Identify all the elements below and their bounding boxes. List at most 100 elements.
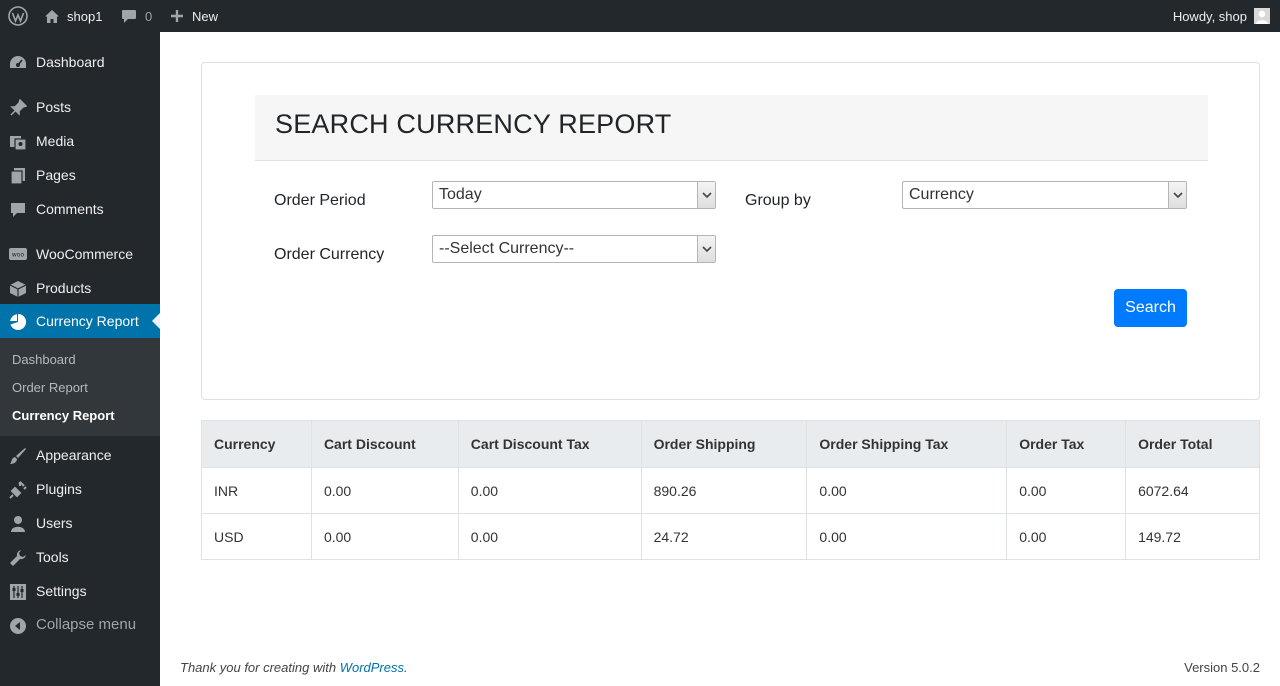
new-content-link[interactable]: New <box>170 0 218 32</box>
greeting: Howdy, shop <box>1172 8 1247 24</box>
sidebar-item-label: Media <box>36 133 75 149</box>
order-period-value: Today <box>439 186 482 203</box>
submenu-item-order-report[interactable]: Order Report <box>12 380 88 395</box>
column-header-currency: Currency <box>201 420 312 468</box>
table-cell: 890.26 <box>640 467 808 514</box>
sidebar-item-woocommerce[interactable]: woo WooCommerce <box>0 237 160 271</box>
table-cell: 0.00 <box>457 467 642 514</box>
new-label: New <box>192 8 219 24</box>
woo-icon: woo <box>8 245 28 265</box>
table-cell: 0.00 <box>1006 467 1127 514</box>
sidebar-item-label: WooCommerce <box>36 246 133 262</box>
table-row: INR 0.00 0.00 890.26 0.00 0.00 6072.64 <box>201 467 1260 514</box>
table-cell: INR <box>201 467 312 514</box>
sidebar-item-plugins[interactable]: Plugins <box>0 472 160 506</box>
order-period-select[interactable]: Today <box>432 181 716 209</box>
sidebar-item-label: Pages <box>36 167 76 183</box>
table-cell: 24.72 <box>640 513 808 560</box>
submenu-item-currency-report[interactable]: Currency Report <box>12 408 115 423</box>
collapse-arrow-icon <box>8 616 28 636</box>
comment-count: 0 <box>145 8 153 24</box>
sidebar-item-settings[interactable]: Settings <box>0 574 160 608</box>
table-cell: 0.00 <box>310 513 459 560</box>
column-header-order-tax: Order Tax <box>1006 420 1127 468</box>
column-header-cart-discount-tax: Cart Discount Tax <box>457 420 642 468</box>
order-period-label: Order Period <box>274 192 366 209</box>
pie-chart-icon <box>8 312 28 332</box>
sidebar-item-label: Comments <box>36 201 104 217</box>
sidebar-item-label: Products <box>36 280 92 296</box>
sidebar-item-pages[interactable]: Pages <box>0 158 160 192</box>
table-cell: 0.00 <box>310 467 459 514</box>
media-icon <box>8 132 28 152</box>
table-cell: 0.00 <box>1006 513 1127 560</box>
sidebar-item-tools[interactable]: Tools <box>0 540 160 574</box>
sidebar-item-label: Users <box>36 515 73 531</box>
wordpress-link[interactable]: WordPress <box>340 660 404 675</box>
plus-icon <box>170 9 184 23</box>
table-header-row: Currency Cart Discount Cart Discount Tax… <box>201 420 1260 468</box>
site-name-link[interactable]: shop1 <box>44 0 102 32</box>
footer-version: Version 5.0.2 <box>1184 660 1260 675</box>
order-currency-select[interactable]: --Select Currency-- <box>432 235 716 263</box>
sidebar-item-users[interactable]: Users <box>0 506 160 540</box>
pin-icon <box>8 98 28 118</box>
wrench-icon <box>8 548 28 568</box>
group-by-label: Group by <box>745 192 811 209</box>
brush-icon <box>8 446 28 466</box>
home-icon <box>44 9 60 24</box>
sidebar-item-products[interactable]: Products <box>0 271 160 305</box>
chevron-down-icon <box>1168 182 1186 208</box>
table-cell: 0.00 <box>457 513 642 560</box>
sidebar-item-label: Appearance <box>36 447 112 463</box>
footer-thanks: Thank you for creating with WordPress. <box>180 660 408 675</box>
page-title: SEARCH CURRENCY REPORT <box>275 109 672 139</box>
my-account-link[interactable]: Howdy, shop <box>1173 0 1270 32</box>
comments-link[interactable]: 0 <box>121 0 152 32</box>
sidebar-item-label: Dashboard <box>36 54 105 70</box>
column-header-order-total: Order Total <box>1125 420 1260 468</box>
sidebar-item-appearance[interactable]: Appearance <box>0 438 160 472</box>
table-cell: 0.00 <box>806 513 1008 560</box>
user-icon <box>8 514 28 534</box>
table-cell: 149.72 <box>1125 513 1260 560</box>
order-currency-value: --Select Currency-- <box>439 240 575 257</box>
comment-bubble-icon <box>121 9 137 24</box>
sidebar-item-dashboard[interactable]: Dashboard <box>0 45 160 79</box>
sidebar-item-media[interactable]: Media <box>0 124 160 158</box>
collapse-menu-button[interactable]: Collapse menu <box>0 608 160 642</box>
sidebar-item-label: Posts <box>36 99 72 115</box>
footer-thanks-prefix: Thank you for creating with <box>180 660 340 675</box>
card-header: SEARCH CURRENCY REPORT <box>255 95 1208 161</box>
table-cell: USD <box>201 513 312 560</box>
order-currency-label: Order Currency <box>274 246 385 263</box>
plug-icon <box>8 480 28 500</box>
group-by-value: Currency <box>909 186 974 203</box>
admin-bar: shop1 0 New Howdy, shop <box>0 0 1280 32</box>
sidebar-item-posts[interactable]: Posts <box>0 90 160 124</box>
search-card: SEARCH CURRENCY REPORT Order Period Toda… <box>201 62 1260 400</box>
chevron-down-icon <box>697 236 715 262</box>
sidebar-item-label: Settings <box>36 583 87 599</box>
sliders-icon <box>8 582 28 602</box>
table-row: USD 0.00 0.00 24.72 0.00 0.00 149.72 <box>201 513 1260 560</box>
search-button[interactable]: Search <box>1114 289 1187 327</box>
table-cell: 0.00 <box>806 467 1008 514</box>
group-by-select[interactable]: Currency <box>902 181 1187 209</box>
chevron-down-icon <box>697 182 715 208</box>
currency-report-table: Currency Cart Discount Cart Discount Tax… <box>201 420 1260 560</box>
submenu-item-dashboard[interactable]: Dashboard <box>12 352 76 367</box>
box-icon <box>8 279 28 299</box>
table-cell: 6072.64 <box>1125 467 1260 514</box>
column-header-cart-discount: Cart Discount <box>310 420 459 468</box>
sidebar-item-currency-report[interactable]: Currency Report <box>0 304 160 338</box>
dashboard-icon <box>8 53 28 73</box>
sidebar-item-comments[interactable]: Comments <box>0 192 160 226</box>
sidebar-item-label: Currency Report <box>36 313 139 329</box>
admin-sidebar: Dashboard Posts Media Pages Comments woo… <box>0 32 160 686</box>
wordpress-logo-icon[interactable] <box>8 0 28 32</box>
avatar <box>1254 8 1270 24</box>
collapse-menu-label: Collapse menu <box>36 616 137 633</box>
footer-thanks-suffix: . <box>404 660 408 675</box>
svg-text:woo: woo <box>12 252 25 259</box>
